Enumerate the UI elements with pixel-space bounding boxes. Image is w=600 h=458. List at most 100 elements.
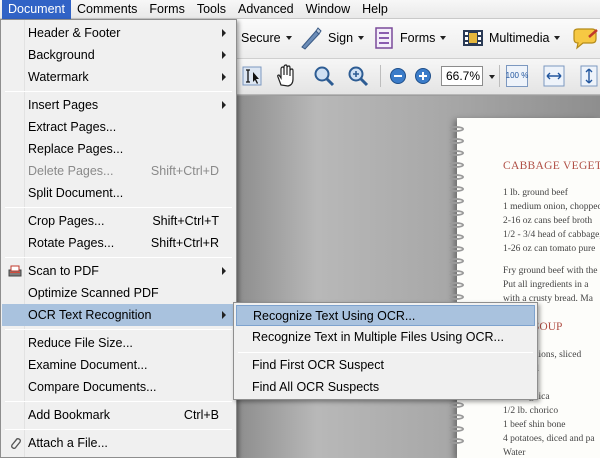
recipe-line: 1 beef shin bone [503,420,566,430]
recipe-line: 1/2 lb. chorico [503,406,559,416]
menu-item-label: OCR Text Recognition [28,308,152,322]
submenu-arrow-icon [222,73,226,81]
submenu-arrow-icon [222,101,226,109]
chevron-down-icon [285,36,292,40]
sign-button[interactable]: Sign [298,25,365,51]
comment-icon[interactable] [571,27,599,51]
menu-item-label: Scan to PDF [28,264,99,278]
zoom-dropdown-chevron-icon[interactable] [489,75,495,79]
recipe-line: Put all ingredients in a [503,280,589,290]
menu-item-scan-to-pdf[interactable]: Scan to PDF [2,260,235,282]
menu-item-add-bookmark[interactable]: Add Bookmark Ctrl+B [2,404,235,426]
multimedia-button[interactable]: Multimedia [461,26,561,50]
menu-item-split-document[interactable]: Split Document... [2,182,235,204]
zoom-in-icon[interactable] [414,67,432,85]
forms-label: Forms [400,31,436,45]
recipe-line: Fry ground beef with the [503,266,598,276]
menu-item-label: Header & Footer [28,26,121,40]
submenu-item-label: Recognize Text Using OCR... [253,309,416,323]
submenu-arrow-icon [222,267,226,275]
menu-item-shortcut: Shift+Ctrl+T [152,214,219,228]
menu-window[interactable]: Window [300,0,356,19]
submenu-item-recognize-text[interactable]: Recognize Text Using OCR... [236,305,535,326]
menu-item-examine-document[interactable]: Examine Document... [2,354,235,376]
menu-item-rotate-pages[interactable]: Rotate Pages... Shift+Ctrl+R [2,232,235,254]
submenu-item-label: Find First OCR Suspect [252,358,384,372]
menu-separator [5,429,232,430]
sign-label: Sign [328,31,354,45]
select-text-cursor-icon[interactable] [242,66,262,86]
menu-forms[interactable]: Forms [143,0,190,19]
toolbar-divider [499,65,500,87]
submenu-item-find-all-suspects[interactable]: Find All OCR Suspects [236,377,535,398]
menu-item-reduce-file-size[interactable]: Reduce File Size... [2,332,235,354]
submenu-item-label: Find All OCR Suspects [252,380,380,394]
menu-item-label: Background [28,48,95,62]
menu-item-replace-pages[interactable]: Replace Pages... [2,138,235,160]
menu-item-shortcut: Shift+Ctrl+R [150,236,219,250]
ocr-submenu: Recognize Text Using OCR... Recognize Te… [233,302,538,400]
paperclip-icon [11,438,21,449]
pdf-page: CABBAGE VEGETAB 1 lb. ground beef 1 medi… [457,118,600,458]
menu-separator [238,352,533,353]
menu-item-extract-pages[interactable]: Extract Pages... [2,116,235,138]
scanner-icon [8,265,22,277]
menu-item-label: Reduce File Size... [28,336,133,350]
menu-item-label: Delete Pages... [28,164,114,178]
menu-advanced[interactable]: Advanced [232,0,300,19]
pen-icon [301,27,322,50]
zoom-marquee-icon[interactable] [312,65,336,87]
menu-item-optimize-scanned-pdf[interactable]: Optimize Scanned PDF [2,282,235,304]
fit-page-icon[interactable] [578,65,600,87]
menu-item-shortcut: Ctrl+B [183,408,219,422]
recipe-line: 4 potatoes, diced and pa [503,434,595,444]
menu-item-attach-file[interactable]: Attach a File... [2,432,235,454]
form-icon [375,27,393,49]
menu-item-label: Split Document... [28,186,124,200]
menu-comments[interactable]: Comments [71,0,143,19]
zoom-level-input[interactable]: 66.7% [441,66,483,86]
submenu-item-recognize-multiple-files[interactable]: Recognize Text in Multiple Files Using O… [236,327,535,348]
menu-item-label: Watermark [28,70,89,84]
recipe-title: CABBAGE VEGETAB [503,160,600,172]
menu-separator [5,329,232,330]
menu-item-label: Examine Document... [28,358,148,372]
document-menu: Header & Footer Background Watermark Ins… [0,19,237,458]
menu-item-compare-documents[interactable]: Compare Documents... [2,376,235,398]
zoom-out-icon[interactable] [389,67,407,85]
menu-separator [5,207,232,208]
menu-item-insert-pages[interactable]: Insert Pages [2,94,235,116]
menu-item-label: Attach a File... [28,436,108,450]
chevron-down-icon [554,36,561,40]
forms-button[interactable]: Forms [374,26,447,50]
menu-item-crop-pages[interactable]: Crop Pages... Shift+Ctrl+T [2,210,235,232]
chevron-down-icon [440,36,447,40]
menu-item-header-footer[interactable]: Header & Footer [2,22,235,44]
submenu-item-find-first-suspect[interactable]: Find First OCR Suspect [236,355,535,376]
menu-document[interactable]: Document [2,0,71,19]
submenu-arrow-icon [222,311,226,319]
recipe-line: 1-26 oz can tomato pure [503,244,596,254]
menu-item-label: Optimize Scanned PDF [28,286,159,300]
menu-item-shortcut: Shift+Ctrl+D [150,164,219,178]
submenu-item-label: Recognize Text in Multiple Files Using O… [252,330,504,344]
secure-label: Secure [241,31,281,45]
menu-help[interactable]: Help [356,0,394,19]
menu-separator [5,257,232,258]
menu-item-background[interactable]: Background [2,44,235,66]
menu-item-label: Crop Pages... [28,214,105,228]
actual-size-button[interactable]: 100 % [506,65,528,87]
film-icon [463,30,483,46]
dynamic-zoom-icon[interactable] [346,65,370,87]
menu-tools[interactable]: Tools [191,0,232,19]
menu-separator [5,401,232,402]
menu-item-watermark[interactable]: Watermark [2,66,235,88]
menu-item-ocr-text-recognition[interactable]: OCR Text Recognition [2,304,235,326]
menu-item-label: Rotate Pages... [28,236,115,250]
secure-button[interactable]: Secure [241,31,292,45]
toolbar-divider [380,65,381,87]
spiral-binding [448,118,464,458]
recipe-line: Water [503,448,526,458]
hand-tool-icon[interactable] [274,64,298,88]
fit-width-icon[interactable] [543,65,565,87]
